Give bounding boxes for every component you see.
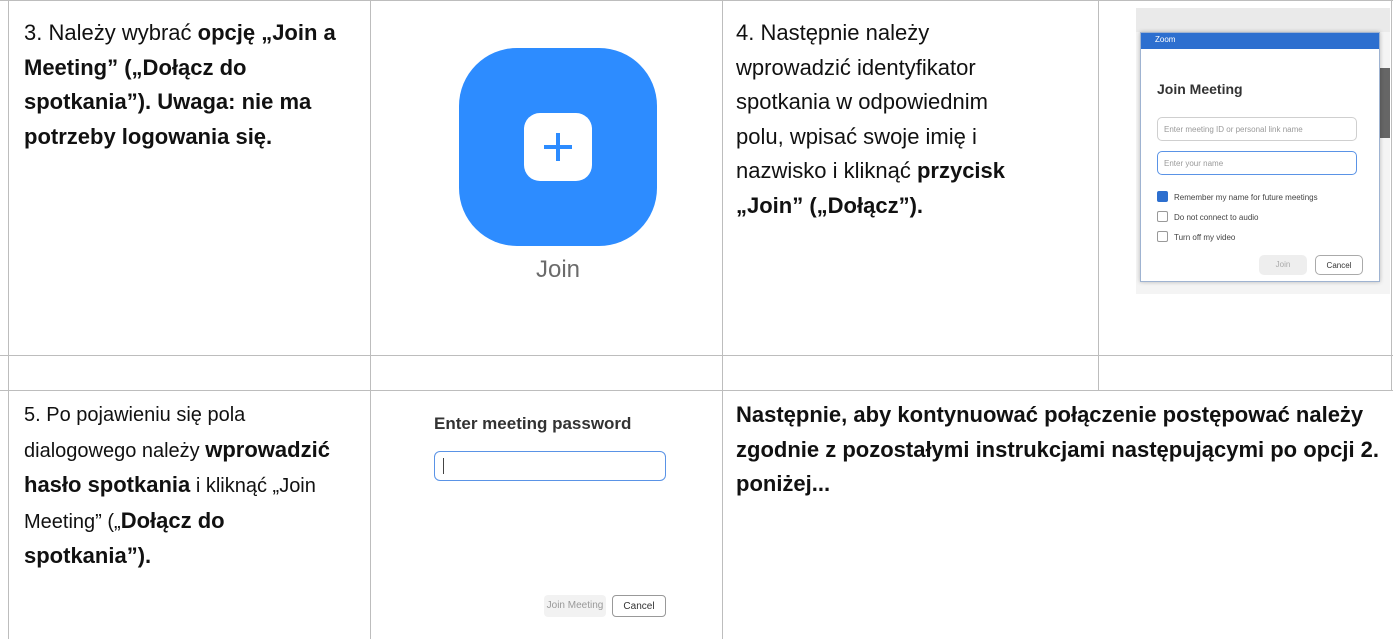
zoom-window-title: Zoom xyxy=(1155,35,1176,44)
zoom-dialog: Zoom Join Meeting Enter meeting ID or pe… xyxy=(1140,32,1380,282)
zoom-titlebar: Zoom xyxy=(1141,33,1379,49)
table-border-left xyxy=(8,0,9,639)
join-icon-label: Join xyxy=(535,256,581,283)
checkbox-label: Turn off my video xyxy=(1174,233,1236,242)
checkbox-checked-icon xyxy=(1157,191,1168,202)
table-border-top xyxy=(0,0,1393,1)
no-audio-checkbox[interactable]: Do not connect to audio xyxy=(1157,211,1259,222)
password-dialog-title: Enter meeting password xyxy=(434,414,632,433)
continue-note-text: Następnie, aby kontynuować połączenie po… xyxy=(736,402,1380,496)
checkbox-unchecked-icon xyxy=(1157,211,1168,222)
zoom-background-toolbar xyxy=(1136,8,1390,32)
checkbox-unchecked-icon xyxy=(1157,231,1168,242)
col-divider-3 xyxy=(1098,0,1099,390)
checkbox-label: Do not connect to audio xyxy=(1174,213,1259,222)
meeting-id-input[interactable]: Enter meeting ID or personal link name xyxy=(1157,117,1357,141)
step5-text: 5. Po pojawieniu się pola dialogowego na… xyxy=(24,398,354,575)
remember-name-checkbox[interactable]: Remember my name for future meetings xyxy=(1157,191,1318,202)
meeting-id-placeholder: Enter meeting ID or personal link name xyxy=(1164,125,1303,134)
zoom-join-dialog-screenshot: Zoom Join Meeting Enter meeting ID or pe… xyxy=(1136,8,1390,294)
step3-prefix: 3. Należy wybrać xyxy=(24,20,198,45)
row-divider-1 xyxy=(0,355,1393,356)
join-meeting-button[interactable]: Join Meeting xyxy=(544,595,606,617)
continue-note: Następnie, aby kontynuować połączenie po… xyxy=(736,398,1386,502)
step4-text: 4. Następnie należy wprowadzić identyfik… xyxy=(736,16,1026,223)
step3-text: 3. Należy wybrać opcję „Join a Meeting” … xyxy=(24,16,364,154)
table-border-right xyxy=(1391,0,1392,390)
password-input[interactable] xyxy=(434,451,666,481)
name-input[interactable]: Enter your name xyxy=(1157,151,1357,175)
col-divider-1 xyxy=(370,0,371,639)
row-divider-2 xyxy=(0,390,1393,391)
col-divider-2 xyxy=(722,0,723,639)
zoom-cancel-button[interactable]: Cancel xyxy=(1315,255,1363,275)
zoom-dialog-title: Join Meeting xyxy=(1157,81,1243,97)
plus-icon xyxy=(524,113,592,181)
text-caret xyxy=(443,458,444,474)
join-app-icon[interactable] xyxy=(459,48,657,246)
checkbox-label: Remember my name for future meetings xyxy=(1174,193,1318,202)
zoom-join-button[interactable]: Join xyxy=(1259,255,1307,275)
password-cancel-button[interactable]: Cancel xyxy=(612,595,666,617)
video-off-checkbox[interactable]: Turn off my video xyxy=(1157,231,1235,242)
name-placeholder: Enter your name xyxy=(1164,159,1224,168)
